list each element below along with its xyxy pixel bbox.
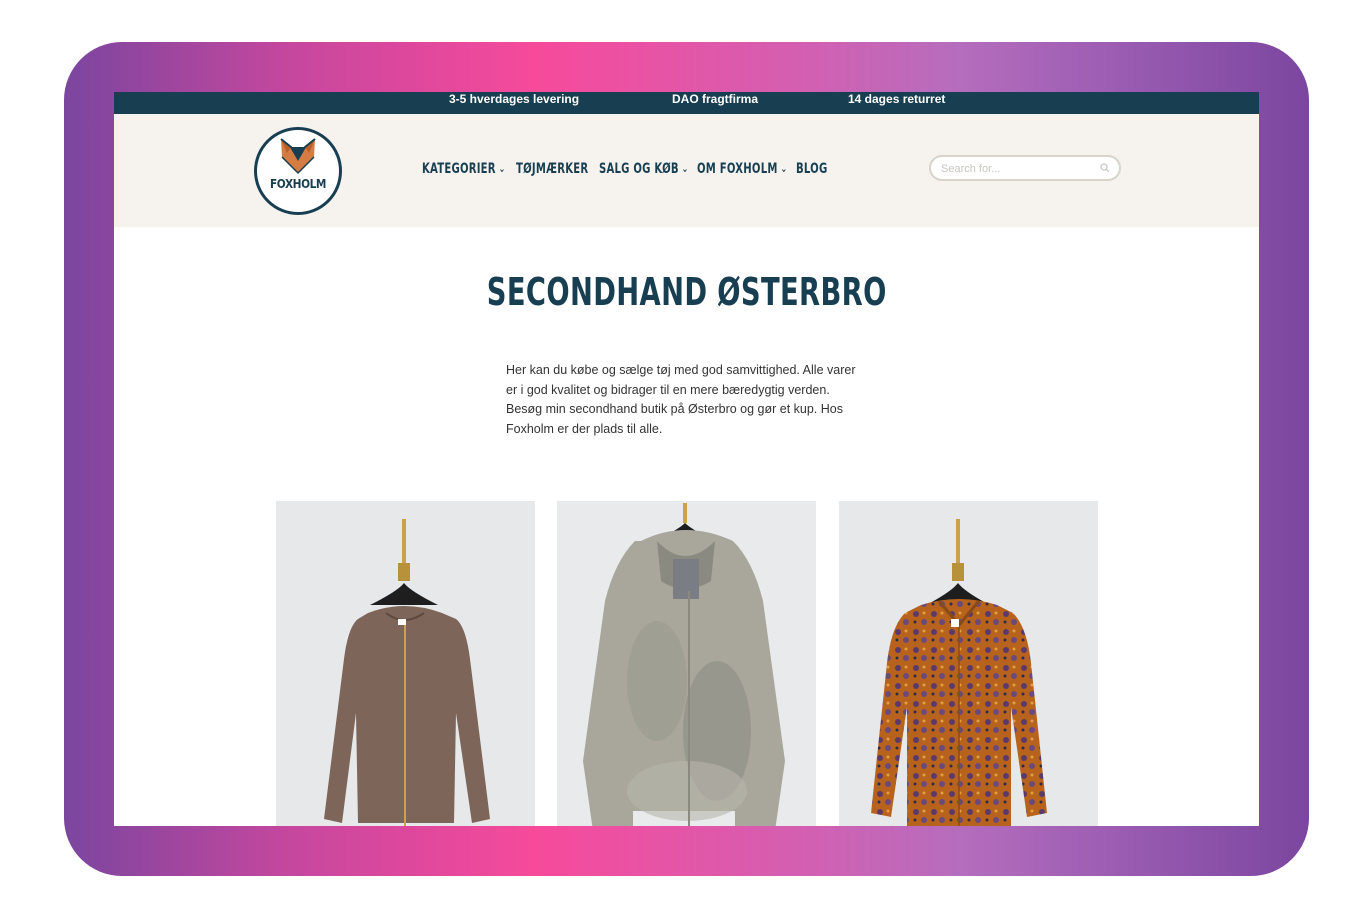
announcement-bar: 3-5 hverdages levering DAO fragtfirma 14… xyxy=(114,92,1259,114)
delivery-notice: 3-5 hverdages levering xyxy=(449,92,580,106)
nav-item-label: SALG OG KØB xyxy=(599,161,679,177)
orange-paisley-shirt-image xyxy=(839,501,1098,826)
nav-item-salg-og-kob[interactable]: SALG OG KØB ⌄ xyxy=(599,161,689,177)
nav-item-tojmaerker[interactable]: TØJMÆRKER xyxy=(516,161,588,177)
product-card-2[interactable] xyxy=(557,501,816,826)
fox-logo-icon xyxy=(280,138,316,175)
search-box xyxy=(929,155,1121,181)
page-title: SECONDHAND ØSTERBRO xyxy=(114,270,1259,314)
site-header: FOXHOLM KATEGORIER ⌄ TØJMÆRKER SALG OG KØ… xyxy=(114,114,1259,227)
carrier-notice: DAO fragtfirma xyxy=(672,92,759,106)
product-card-3[interactable] xyxy=(839,501,1098,826)
search-input[interactable] xyxy=(939,160,1093,178)
intro-paragraph: Her kan du købe og sælge tøj med god sam… xyxy=(506,363,856,436)
logo-wordmark: FOXHOLM xyxy=(270,177,326,191)
nav-item-blog[interactable]: BLOG xyxy=(796,161,827,177)
foxholm-logo[interactable]: FOXHOLM xyxy=(254,127,342,215)
brown-zip-cardigan-image xyxy=(276,501,535,826)
chevron-down-icon: ⌄ xyxy=(780,162,788,175)
search-icon[interactable] xyxy=(1100,163,1110,173)
nav-item-label: KATEGORIER xyxy=(422,161,496,177)
chevron-down-icon: ⌄ xyxy=(681,162,689,175)
product-card-1[interactable] xyxy=(276,501,535,826)
nav-item-label: BLOG xyxy=(796,161,828,177)
nav-item-om-foxholm[interactable]: OM FOXHOLM ⌄ xyxy=(697,161,787,177)
nav-item-kategorier[interactable]: KATEGORIER ⌄ xyxy=(422,161,505,177)
page-title-text: SECONDHAND ØSTERBRO xyxy=(486,270,887,314)
grey-fur-coat-image xyxy=(557,501,816,826)
return-policy-notice: 14 dages returret xyxy=(848,92,946,106)
chevron-down-icon: ⌄ xyxy=(498,162,506,175)
nav-item-label: OM FOXHOLM xyxy=(697,161,778,177)
website-screen: 3-5 hverdages levering DAO fragtfirma 14… xyxy=(114,92,1259,826)
nav-item-label: TØJMÆRKER xyxy=(516,161,589,177)
